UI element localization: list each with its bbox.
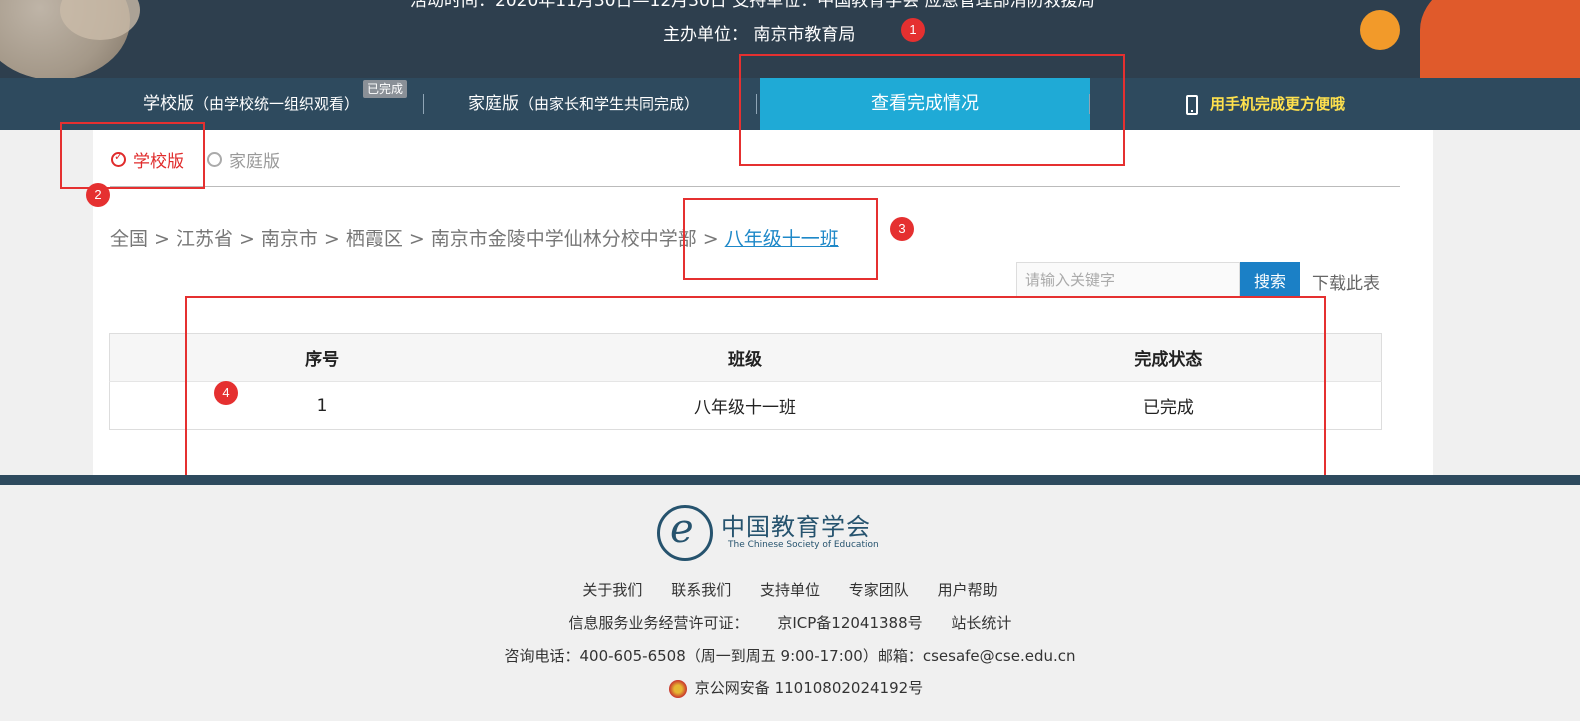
nav-tab-family-label: 家庭版 — [468, 94, 519, 114]
completion-table: 序号 班级 完成状态 1 八年级十一班 已完成 — [109, 333, 1382, 430]
footer-links: 关于我们 联系我们 支持单位 专家团队 用户帮助 — [0, 579, 1580, 600]
radio-school-version[interactable]: 学校版 — [111, 147, 184, 172]
mascot-decoration — [1420, 0, 1580, 78]
nav-tab-family-sub: （由家长和学生共同完成） — [519, 95, 700, 113]
logo-name-cn: 中国教育学会 — [721, 513, 871, 541]
breadcrumb-separator: > — [702, 228, 719, 250]
top-banner: 活动时间：2020年11月30日—12月30日 支持单位：中国教育学会 应急管理… — [0, 0, 1580, 78]
phone-icon — [1186, 94, 1198, 115]
footer-link-help[interactable]: 用户帮助 — [938, 581, 998, 599]
annotation-marker-1: 1 — [901, 18, 925, 42]
breadcrumb-separator: > — [408, 228, 425, 250]
police-record-link[interactable]: 京公网安备 11010802024192号 — [695, 679, 923, 697]
annotation-marker-3: 3 — [890, 217, 914, 241]
nav-tab-school[interactable]: 学校版（由学校统一组织观看） — [143, 78, 359, 130]
column-header-status: 完成状态 — [955, 333, 1382, 382]
completed-badge: 已完成 — [363, 80, 408, 98]
nav-tab-family[interactable]: 家庭版（由家长和学生共同完成） — [468, 78, 699, 130]
nav-divider — [756, 94, 757, 114]
cell-class: 八年级十一班 — [534, 381, 956, 430]
nav-mobile-link[interactable]: 用手机完成更方便哦 — [1186, 78, 1345, 130]
cell-index: 1 — [109, 381, 535, 430]
breadcrumb-item[interactable]: 江苏省 — [176, 228, 233, 250]
search-input[interactable] — [1016, 262, 1240, 297]
table-row: 1 八年级十一班 已完成 — [109, 381, 1382, 430]
radio-checked-icon — [111, 150, 126, 167]
breadcrumb-separator: > — [154, 228, 170, 250]
breadcrumb-item[interactable]: 南京市 — [261, 228, 318, 250]
footer-contact: 咨询电话：400-605-6508（周一到周五 9:00-17:00）邮箱：cs… — [504, 647, 1076, 665]
nav-tab-school-label: 学校版 — [143, 94, 194, 114]
section-divider — [110, 186, 1400, 187]
table-header-row: 序号 班级 完成状态 — [109, 333, 1382, 382]
cell-status: 已完成 — [955, 381, 1382, 430]
breadcrumb-item[interactable]: 全国 — [110, 228, 148, 250]
download-table-link[interactable]: 下载此表 — [1312, 269, 1380, 294]
footer-link-contact[interactable]: 联系我们 — [671, 581, 731, 599]
footer-link-support[interactable]: 支持单位 — [760, 581, 820, 599]
annotation-marker-4: 4 — [214, 381, 238, 405]
breadcrumb-separator: > — [323, 228, 340, 250]
logo-e-icon: e — [670, 506, 694, 552]
nav-mobile-label: 用手机完成更方便哦 — [1210, 95, 1346, 113]
police-badge-icon — [668, 679, 687, 698]
cse-logo: e 中国教育学会 The Chinese Society of Educatio… — [657, 505, 879, 563]
column-header-index: 序号 — [109, 333, 535, 382]
sponsor-line: 主办单位： 南京市教育局 — [663, 20, 855, 45]
sponsor-value: 南京市教育局 — [753, 25, 856, 45]
annotation-marker-2: 2 — [86, 183, 110, 207]
radio-family-version[interactable]: 家庭版 — [207, 147, 280, 172]
radio-family-label: 家庭版 — [229, 152, 280, 172]
breadcrumb-item[interactable]: 栖霞区 — [346, 228, 403, 250]
icp-link[interactable]: 京ICP备12041388号 — [777, 614, 922, 632]
mascot-decoration-small — [1360, 10, 1400, 50]
icp-label: 信息服务业务经营许可证： — [568, 614, 749, 632]
logo-name-en: The Chinese Society of Education — [728, 540, 879, 550]
radio-school-label: 学校版 — [133, 152, 184, 172]
footer-police-record: 京公网安备 11010802024192号 — [0, 677, 1580, 698]
nav-tab-school-sub: （由学校统一组织观看） — [194, 95, 360, 113]
event-info-line: 活动时间：2020年11月30日—12月30日 支持单位：中国教育学会 应急管理… — [410, 0, 1095, 11]
radio-unchecked-icon — [207, 152, 222, 167]
footer-link-about[interactable]: 关于我们 — [582, 581, 642, 599]
main-nav: 学校版（由学校统一组织观看） 家庭版（由家长和学生共同完成） 查看完成情况 用手… — [0, 78, 1580, 130]
search-button[interactable]: 搜索 — [1240, 262, 1300, 297]
breadcrumb-separator: > — [238, 228, 255, 250]
footer-link-experts[interactable]: 专家团队 — [849, 581, 909, 599]
breadcrumb: 全国 > 江苏省 > 南京市 > 栖霞区 > 南京市金陵中学仙林分校中学部 > 八年级十一班 — [110, 224, 839, 251]
column-header-class: 班级 — [534, 333, 956, 382]
breadcrumb-item[interactable]: 南京市金陵中学仙林分校中学部 — [431, 228, 697, 250]
nav-tab-view-status[interactable]: 查看完成情况 — [760, 78, 1090, 130]
footer-band — [0, 475, 1580, 485]
breadcrumb-current[interactable]: 八年级十一班 — [725, 228, 839, 250]
sponsor-label: 主办单位： — [663, 25, 748, 45]
footer-icp: 信息服务业务经营许可证： 京ICP备12041388号 站长统计 — [0, 612, 1580, 633]
nav-divider — [1089, 94, 1090, 114]
stats-link[interactable]: 站长统计 — [951, 614, 1011, 632]
nav-divider — [423, 94, 424, 114]
